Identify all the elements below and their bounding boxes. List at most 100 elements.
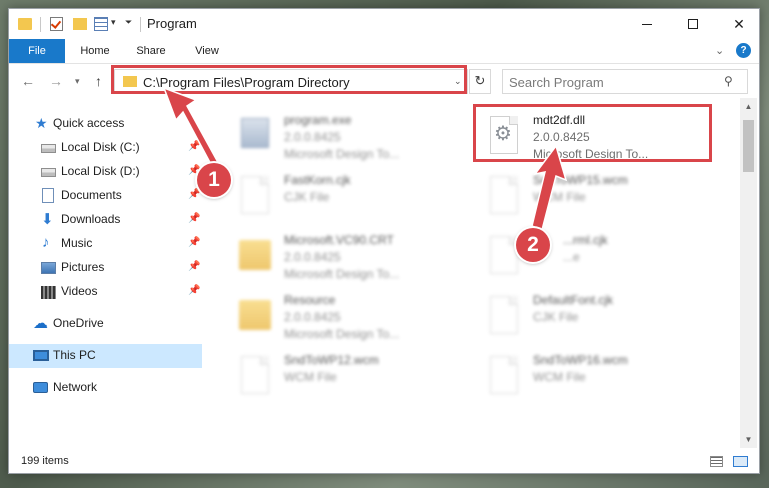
sidebar-item-network[interactable]: Network xyxy=(9,376,202,400)
sidebar-item-videos[interactable]: Videos 📌 xyxy=(9,280,202,304)
folder-body xyxy=(239,300,271,330)
file-tile-selected[interactable]: ⚙ mdt2df.dll 2.0.0.8425 Microsoft Design… xyxy=(488,110,728,168)
file-icon xyxy=(239,176,271,220)
maximize-button[interactable] xyxy=(670,9,716,39)
tab-share[interactable]: Share xyxy=(125,39,177,63)
download-icon: ⬇ xyxy=(41,211,54,228)
file-name: FastKorn.cjk xyxy=(284,173,351,187)
sidebar-item-pictures[interactable]: Pictures 📌 xyxy=(9,256,202,280)
file-name: SndToWP12.wcm xyxy=(284,353,379,367)
refresh-button[interactable]: ↻ xyxy=(469,69,491,94)
file-type: WCM File xyxy=(533,370,586,384)
new-folder-icon[interactable] xyxy=(73,18,87,30)
pin-icon[interactable]: 📌 xyxy=(188,237,200,248)
pin-icon[interactable]: 📌 xyxy=(188,213,200,224)
file-type: WCM File xyxy=(284,370,337,384)
pin-icon[interactable]: 📌 xyxy=(188,261,200,272)
tab-home[interactable]: Home xyxy=(69,39,121,63)
ribbon-tabs: File Home Share View ⌄ ? xyxy=(9,39,759,64)
address-path[interactable]: C:\Program Files\Program Directory xyxy=(143,75,350,90)
folder-tile[interactable]: Microsoft.VC90.CRT 2.0.0.8425 Microsoft … xyxy=(239,230,479,288)
address-bar[interactable]: C:\Program Files\Program Directory ⌄ xyxy=(114,69,468,94)
vertical-scrollbar[interactable]: ▲ ▼ xyxy=(740,98,757,448)
folder-icon xyxy=(239,236,271,280)
file-tile[interactable]: SndToWP12.wcm WCM File xyxy=(239,350,479,408)
title-bar: ▾ ⏷ Program ✕ xyxy=(9,9,759,39)
cloud-icon: ☁ xyxy=(33,315,48,332)
file-icon xyxy=(239,356,271,400)
navigation-pane: ★ Quick access Local Disk (C:) 📌 Local D… xyxy=(9,98,205,448)
properties-check-icon[interactable] xyxy=(50,17,63,31)
details-view-icon[interactable] xyxy=(710,456,723,467)
sidebar-item-label: Network xyxy=(53,380,98,394)
tiles-view-icon[interactable] xyxy=(733,456,748,467)
minimize-button[interactable] xyxy=(624,9,670,39)
folder-body xyxy=(239,240,271,270)
file-icon xyxy=(488,356,520,400)
scroll-down-icon[interactable]: ▼ xyxy=(740,431,757,448)
sidebar-item-music[interactable]: ♪ Music 📌 xyxy=(9,232,202,256)
sidebar-item-documents[interactable]: Documents 📌 xyxy=(9,184,202,208)
sidebar-item-local-disk-d[interactable]: Local Disk (D:) 📌 xyxy=(9,160,202,184)
chevron-down-icon[interactable]: ⌄ xyxy=(454,76,462,87)
minimize-icon xyxy=(642,23,652,25)
tab-view[interactable]: View xyxy=(181,39,233,63)
sidebar-item-quick-access[interactable]: ★ Quick access xyxy=(9,112,202,136)
tab-file[interactable]: File xyxy=(9,39,65,63)
file-tile[interactable]: FastKorn.cjk CJK File xyxy=(239,170,479,228)
file-description: Microsoft Design To... xyxy=(533,147,649,161)
file-page-icon xyxy=(490,296,518,334)
file-type: WCM File xyxy=(533,190,586,204)
pin-icon[interactable]: 📌 xyxy=(188,141,200,152)
file-version: 2.0.0.8425 xyxy=(533,130,590,144)
expand-ribbon-icon[interactable]: ⌄ xyxy=(715,44,724,57)
file-tile[interactable]: DefaultFont.cjk CJK File xyxy=(488,290,728,348)
file-tile[interactable]: SndToWP16.wcm WCM File xyxy=(488,350,728,408)
step-badge-1: 1 xyxy=(197,163,231,197)
up-arrow-icon[interactable]: ↑ xyxy=(95,73,102,89)
file-details: Resource 2.0.0.8425 Microsoft Design To.… xyxy=(284,292,399,343)
search-input[interactable] xyxy=(509,73,709,91)
file-version: 2.0.0.8425 xyxy=(284,310,341,324)
file-details: FastKorn.cjk CJK File xyxy=(284,172,351,206)
file-version: 2.0.0.8425 xyxy=(284,130,341,144)
scrollbar-thumb[interactable] xyxy=(743,120,754,172)
help-icon[interactable]: ? xyxy=(736,43,751,58)
scroll-up-icon[interactable]: ▲ xyxy=(740,98,757,115)
sidebar-item-label: Quick access xyxy=(53,116,125,130)
file-explorer-window: ▾ ⏷ Program ✕ File Home Share View ⌄ ? ←… xyxy=(8,8,760,474)
forward-arrow-icon[interactable]: → xyxy=(49,73,63,89)
folder-tile[interactable]: Resource 2.0.0.8425 Microsoft Design To.… xyxy=(239,290,479,348)
file-icon xyxy=(488,176,520,220)
search-box[interactable]: ⚲ xyxy=(502,69,748,94)
properties-list-icon[interactable] xyxy=(94,17,108,31)
file-page-icon xyxy=(241,176,269,214)
folder-icon xyxy=(123,76,137,87)
sidebar-item-label: Videos xyxy=(61,284,98,298)
file-description: Microsoft Design To... xyxy=(284,147,400,161)
customize-quick-access-icon[interactable]: ⏷ xyxy=(125,17,132,33)
item-count: 199 items xyxy=(21,455,69,467)
file-name: SndToWP15.wcm xyxy=(533,173,628,187)
sidebar-item-local-disk-c[interactable]: Local Disk (C:) 📌 xyxy=(9,136,202,160)
star-icon: ★ xyxy=(35,115,48,131)
close-icon: ✕ xyxy=(733,15,745,32)
file-name: DefaultFont.cjk xyxy=(533,293,614,307)
toolbar-separator xyxy=(40,17,41,32)
recent-locations-icon[interactable]: ▾ xyxy=(75,76,80,87)
file-tile[interactable]: SndToWP15.wcm WCM File xyxy=(488,170,728,228)
pin-icon[interactable]: 📌 xyxy=(188,285,200,296)
pin-icon[interactable]: 📌 xyxy=(188,189,200,200)
sidebar-item-label: Local Disk (C:) xyxy=(61,140,140,154)
close-button[interactable]: ✕ xyxy=(716,9,762,39)
file-tile[interactable]: program.exe 2.0.0.8425 Microsoft Design … xyxy=(239,110,479,168)
file-list: program.exe 2.0.0.8425 Microsoft Design … xyxy=(205,98,740,448)
search-icon[interactable]: ⚲ xyxy=(724,74,733,88)
file-details: mdt2df.dll 2.0.0.8425 Microsoft Design T… xyxy=(533,112,648,163)
chevron-down-icon[interactable]: ▾ xyxy=(111,17,116,33)
sidebar-item-downloads[interactable]: ⬇ Downloads 📌 xyxy=(9,208,202,232)
file-page-icon xyxy=(490,236,518,274)
back-arrow-icon[interactable]: ← xyxy=(21,73,35,89)
sidebar-item-onedrive[interactable]: ☁ OneDrive xyxy=(9,312,202,336)
sidebar-item-this-pc[interactable]: This PC xyxy=(9,344,202,368)
